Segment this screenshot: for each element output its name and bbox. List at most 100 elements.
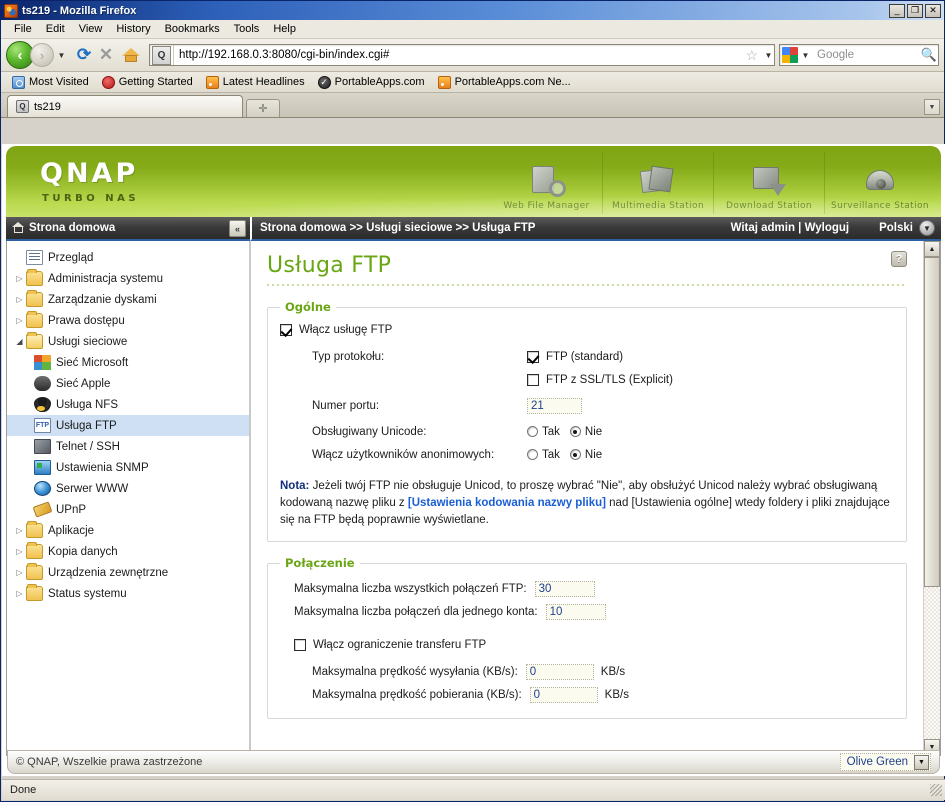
forward-button[interactable]: › — [30, 43, 54, 67]
chevron-down-icon[interactable]: ▼ — [919, 220, 935, 236]
station-multimedia[interactable]: Multimedia Station — [602, 152, 713, 214]
sidebar-item-uslugi-sieciowe[interactable]: ◢ Usługi sieciowe — [7, 331, 249, 352]
sidebar-item-urzadzenia-zewnetrzne[interactable]: ▷ Urządzenia zewnętrzne — [7, 562, 249, 583]
collapse-sidebar-button[interactable]: « — [229, 220, 246, 237]
site-identity-icon[interactable]: Q — [152, 45, 171, 65]
ftp-standard-checkbox[interactable] — [527, 350, 539, 363]
sidebar-item-przeglad[interactable]: Przegląd — [7, 247, 249, 268]
upload-speed-input[interactable]: 0 — [525, 663, 594, 680]
google-icon[interactable] — [782, 47, 798, 63]
scroll-up-button[interactable]: ▲ — [924, 241, 940, 257]
url-dropdown-icon[interactable]: ▼ — [763, 51, 774, 60]
enable-ftp-checkbox[interactable] — [280, 323, 292, 336]
bookmark-latest-headlines[interactable]: Latest Headlines — [201, 75, 310, 89]
linux-penguin-icon — [34, 397, 51, 412]
sidebar-item-siec-apple[interactable]: Sieć Apple — [7, 373, 249, 394]
unicode-label: Obsługiwany Unicode: — [312, 425, 427, 438]
tab-list-button[interactable]: ▼ — [924, 99, 940, 115]
sidebar-item-zarzadzanie-dyskami[interactable]: ▷ Zarządzanie dyskami — [7, 289, 249, 310]
tree-twisty[interactable]: ▷ — [13, 274, 26, 283]
sidebar-item-label: Aplikacje — [48, 524, 95, 537]
bookmark-portableapps-news[interactable]: PortableApps.com Ne... — [433, 75, 576, 89]
sidebar-item-prawa-dostepu[interactable]: ▷ Prawa dostępu — [7, 310, 249, 331]
sidebar-item-administracja-systemu[interactable]: ▷ Administracja systemu — [7, 268, 249, 289]
tree-twisty[interactable]: ◢ — [13, 337, 26, 346]
bookmark-most-visited[interactable]: Most Visited — [7, 75, 94, 89]
language-label: Polski — [879, 222, 913, 234]
sidebar-item-upnp[interactable]: UPnP — [7, 499, 249, 520]
close-button[interactable]: ✕ — [925, 3, 941, 18]
tree-twisty[interactable]: ▷ — [13, 547, 26, 556]
home-icon[interactable] — [119, 45, 143, 65]
anonymous-yes-radio[interactable] — [527, 449, 538, 460]
download-speed-row: Maksymalna prędkość pobierania (KB/s): 0… — [280, 683, 894, 706]
sidebar-item-status-systemu[interactable]: ▷ Status systemu — [7, 583, 249, 604]
anonymous-no-radio[interactable] — [569, 449, 581, 460]
station-download[interactable]: Download Station — [713, 152, 824, 214]
scrollbar-thumb[interactable] — [924, 257, 940, 587]
sidebar-item-siec-microsoft[interactable]: Sieć Microsoft — [7, 352, 249, 373]
home-header[interactable]: Strona domowa « — [6, 217, 250, 241]
tree-twisty[interactable]: ▷ — [13, 568, 26, 577]
download-speed-input[interactable]: 0 — [529, 686, 598, 703]
bookmark-star-icon[interactable]: ☆ — [742, 47, 761, 64]
menu-file[interactable]: File — [7, 22, 39, 36]
sidebar-item-serwer-www[interactable]: Serwer WWW — [7, 478, 249, 499]
window-controls: _ ❐ ✕ — [889, 3, 944, 18]
unicode-no-radio[interactable] — [569, 426, 581, 437]
sidebar-item-usluga-ftp[interactable]: FTP Usługa FTP — [7, 415, 249, 436]
tree-twisty[interactable]: ▷ — [13, 526, 26, 535]
camera-icon — [860, 164, 900, 198]
port-input[interactable]: 21 — [527, 397, 582, 414]
sidebar-item-label: Administracja systemu — [48, 272, 164, 285]
maximize-button[interactable]: ❐ — [907, 3, 923, 18]
station-web-file-manager[interactable]: Web File Manager — [491, 152, 602, 214]
new-tab-button[interactable]: ✛ — [246, 99, 280, 117]
help-button[interactable]: ? — [891, 251, 907, 267]
search-input[interactable]: Google — [811, 49, 920, 61]
resize-grip[interactable] — [930, 784, 942, 796]
menu-bookmarks[interactable]: Bookmarks — [158, 22, 227, 36]
menu-help[interactable]: Help — [266, 22, 303, 36]
sidebar-item-ustawienia-snmp[interactable]: Ustawienia SNMP — [7, 457, 249, 478]
unicode-yes-radio[interactable] — [527, 426, 538, 437]
ftp-ssl-checkbox[interactable] — [527, 373, 539, 386]
station-surveillance[interactable]: Surveillance Station — [824, 152, 935, 214]
film-icon — [638, 164, 678, 198]
tree-twisty[interactable]: ▷ — [13, 589, 26, 598]
menu-view[interactable]: View — [72, 22, 110, 36]
search-icon[interactable]: 🔍 — [920, 47, 938, 63]
reload-icon[interactable]: ⟳ — [73, 45, 95, 65]
url-bar[interactable]: Q http://192.168.0.3:8080/cgi-bin/index.… — [149, 44, 775, 66]
bookmark-portableapps[interactable]: ✓ PortableApps.com — [313, 75, 430, 89]
max-total-input[interactable]: 30 — [534, 580, 595, 597]
folder-icon — [26, 563, 43, 580]
menu-edit[interactable]: Edit — [39, 22, 72, 36]
tree-twisty[interactable]: ▷ — [13, 295, 26, 304]
chevron-down-icon[interactable]: ▼ — [914, 754, 929, 770]
url-text[interactable]: http://192.168.0.3:8080/cgi-bin/index.cg… — [174, 49, 742, 61]
note-link[interactable]: [Ustawienia kodowania nazwy pliku] — [408, 497, 606, 509]
sidebar-item-telnet-ssh[interactable]: Telnet / SSH — [7, 436, 249, 457]
bookmark-getting-started[interactable]: Getting Started — [97, 75, 198, 89]
breadcrumb[interactable]: Strona domowa >> Usługi sieciowe >> Usłu… — [260, 222, 535, 234]
scrollbar-track[interactable] — [924, 257, 940, 739]
sidebar-item-kopia-danych[interactable]: ▷ Kopia danych — [7, 541, 249, 562]
tree-twisty[interactable]: ▷ — [13, 316, 26, 325]
history-dropdown-icon[interactable]: ▼ — [56, 51, 67, 60]
sidebar-item-aplikacje[interactable]: ▷ Aplikacje — [7, 520, 249, 541]
limit-transfer-checkbox[interactable] — [294, 638, 306, 651]
tab-ts219[interactable]: Q ts219 — [7, 95, 243, 117]
search-engine-dropdown-icon[interactable]: ▼ — [800, 51, 811, 60]
minimize-button[interactable]: _ — [889, 3, 905, 18]
stop-icon[interactable]: ✕ — [95, 45, 117, 65]
menu-tools[interactable]: Tools — [227, 22, 267, 36]
theme-select[interactable]: Olive Green ▼ — [839, 753, 931, 771]
sidebar-item-usluga-nfs[interactable]: Usługa NFS — [7, 394, 249, 415]
divider — [267, 284, 907, 286]
search-bar[interactable]: ▼ Google 🔍 — [779, 44, 939, 66]
content-scrollbar[interactable]: ▲ ▼ — [923, 241, 940, 755]
max-account-input[interactable]: 10 — [545, 603, 606, 620]
welcome-logout[interactable]: Witaj admin | Wyloguj — [731, 222, 850, 234]
menu-history[interactable]: History — [109, 22, 157, 36]
